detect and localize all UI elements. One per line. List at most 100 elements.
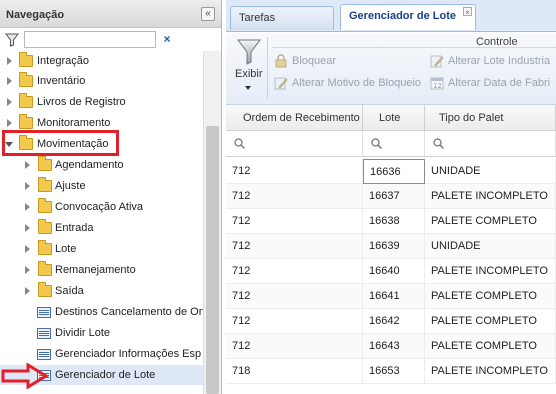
tab-tarefas-principais[interactable]: Tarefas Principais xyxy=(230,6,334,46)
tree-item-destinos-cancelamento[interactable]: Destinos Cancelamento de On xyxy=(0,302,205,322)
tree-item-label: Saída xyxy=(55,285,84,297)
expand-arrow-icon[interactable] xyxy=(7,98,12,106)
expand-arrow-icon[interactable] xyxy=(25,161,30,169)
cell-ordem: 718 xyxy=(226,359,363,384)
double-chevron-left-icon[interactable]: « xyxy=(201,7,215,21)
filter-cell-tipo-palet[interactable] xyxy=(425,131,556,157)
expand-arrow-icon[interactable] xyxy=(25,224,30,232)
cell-tipo-palet: PALETE INCOMPLETO xyxy=(425,359,556,384)
tree-item-gerenciador-informacoes[interactable]: Gerenciador Informações Esp xyxy=(0,344,203,364)
tree-item-lote[interactable]: Lote xyxy=(0,239,203,259)
toolbar: Exibir Controle Bloquear Alterar Motivo … xyxy=(226,33,556,105)
toolbar-group-divider xyxy=(272,47,556,48)
expand-arrow-icon[interactable] xyxy=(25,287,30,295)
tree-item-convocacao-ativa[interactable]: Convocação Ativa xyxy=(0,197,203,217)
dropdown-caret-icon[interactable] xyxy=(245,86,251,90)
table-row[interactable]: 712 16639 UNIDADE xyxy=(226,234,556,259)
table-row[interactable]: 712 16640 PALETE INCOMPLETO xyxy=(226,259,556,284)
tree-item-label: Dividir Lote xyxy=(55,327,111,339)
tree-item-inventario[interactable]: Inventário xyxy=(0,71,203,91)
expand-arrow-icon[interactable] xyxy=(7,119,12,127)
cell-ordem: 712 xyxy=(226,234,363,259)
table-row[interactable]: 712 16642 PALETE COMPLETO xyxy=(226,309,556,334)
tree-item-dividir-lote[interactable]: Dividir Lote xyxy=(0,323,203,343)
cell-lote: 16642 xyxy=(363,309,425,334)
tree-item-label: Gerenciador de Lote xyxy=(55,369,156,381)
cell-tipo-palet: UNIDADE xyxy=(425,234,556,259)
expand-arrow-icon[interactable] xyxy=(25,266,30,274)
close-icon[interactable]: × xyxy=(463,7,472,17)
column-header-tipo-palet[interactable]: Tipo do Palet xyxy=(425,105,556,131)
highlight-arrow-icon xyxy=(1,363,49,389)
table-row[interactable]: 712 16636 UNIDADE xyxy=(226,159,556,184)
tab-label: Gerenciador de Lote xyxy=(349,10,456,22)
tree-item-entrada[interactable]: Entrada xyxy=(0,218,203,238)
tree-item-label: Convocação Ativa xyxy=(55,201,144,213)
nav-filter-input[interactable] xyxy=(24,31,156,48)
filter-cell-lote[interactable] xyxy=(363,131,425,157)
button-label: Alterar Motivo de Bloqueio xyxy=(292,76,422,89)
tree-item-saida[interactable]: Saída xyxy=(0,281,203,301)
grid-icon xyxy=(37,328,51,339)
folder-icon xyxy=(19,93,33,108)
button-label: Alterar Data de Fabri xyxy=(448,76,551,89)
expand-arrow-icon[interactable] xyxy=(25,245,30,253)
nav-scrollbar-thumb[interactable] xyxy=(206,126,219,394)
cell-tipo-palet: PALETE INCOMPLETO xyxy=(425,184,556,209)
cell-ordem: 712 xyxy=(226,184,363,209)
folder-icon xyxy=(19,114,33,129)
tree-item-ajuste[interactable]: Ajuste xyxy=(0,176,203,196)
cell-ordem: 712 xyxy=(226,159,363,184)
clear-filter-icon[interactable]: × xyxy=(159,31,175,47)
tree-item-label: Gerenciador Informações Esp xyxy=(55,348,202,360)
tree-item-livros-de-registro[interactable]: Livros de Registro xyxy=(0,92,203,112)
cell-tipo-palet: UNIDADE xyxy=(425,159,556,184)
cell-tipo-palet: PALETE COMPLETO xyxy=(425,334,556,359)
table-row[interactable]: 712 16638 PALETE COMPLETO xyxy=(226,209,556,234)
nav-tree: Integração Inventário Livros de Registro… xyxy=(0,51,205,394)
table-row[interactable]: 712 16643 PALETE COMPLETO xyxy=(226,334,556,359)
tree-item-label: Integração xyxy=(37,55,89,67)
cell-ordem: 712 xyxy=(226,309,363,334)
expand-arrow-icon[interactable] xyxy=(7,77,12,85)
table-row[interactable]: 712 16637 PALETE INCOMPLETO xyxy=(226,184,556,209)
cell-lote: 16637 xyxy=(363,184,425,209)
alterar-motivo-bloqueio-button[interactable]: Alterar Motivo de Bloqueio xyxy=(274,76,421,90)
cell-ordem: 712 xyxy=(226,209,363,234)
tree-item-label: Ajuste xyxy=(55,180,86,192)
cell-ordem: 712 xyxy=(226,284,363,309)
app-root: Navegação « × Integração Inventário Livr… xyxy=(0,0,556,394)
exibir-button[interactable]: Exibir xyxy=(235,68,263,80)
edit-icon xyxy=(274,77,288,90)
folder-icon xyxy=(38,156,52,171)
tab-gerenciador-de-lote[interactable]: Gerenciador de Lote × xyxy=(340,4,476,30)
alterar-lote-industria-button[interactable]: Alterar Lote Industria xyxy=(430,54,550,68)
cell-lote: 16638 xyxy=(363,209,425,234)
cell-tipo-palet: PALETE COMPLETO xyxy=(425,209,556,234)
cell-lote: 16639 xyxy=(363,234,425,259)
nav-header: Navegação « xyxy=(0,0,221,28)
alterar-data-fabricacao-button[interactable]: 12 Alterar Data de Fabri xyxy=(430,76,550,90)
tree-item-label: Agendamento xyxy=(55,159,124,171)
tree-item-label: Lote xyxy=(55,243,77,255)
tree-item-agendamento[interactable]: Agendamento xyxy=(0,155,203,175)
column-header-lote[interactable]: Lote xyxy=(363,105,425,131)
column-header-ordem[interactable]: Ordem de Recebimento xyxy=(226,105,363,131)
folder-icon xyxy=(19,52,33,67)
search-icon xyxy=(433,138,444,149)
navigation-panel: Navegação « × Integração Inventário Livr… xyxy=(0,0,222,394)
table-row[interactable]: 718 16653 PALETE INCOMPLETO xyxy=(226,359,556,384)
tree-item-label: Inventário xyxy=(37,75,86,87)
expand-arrow-icon[interactable] xyxy=(7,57,12,65)
tree-item-integracao[interactable]: Integração xyxy=(0,51,203,71)
cell-lote: 16643 xyxy=(363,334,425,359)
tree-item-remanejamento[interactable]: Remanejamento xyxy=(0,260,203,280)
expand-arrow-icon[interactable] xyxy=(25,203,30,211)
table-row[interactable]: 712 16641 PALETE COMPLETO xyxy=(226,284,556,309)
bloquear-button[interactable]: Bloquear xyxy=(274,54,336,68)
cell-tipo-palet: PALETE COMPLETO xyxy=(425,309,556,334)
nav-scrollbar[interactable] xyxy=(203,51,221,394)
filter-cell-ordem[interactable] xyxy=(226,131,363,157)
expand-arrow-icon[interactable] xyxy=(25,182,30,190)
cell-tipo-palet: PALETE COMPLETO xyxy=(425,284,556,309)
